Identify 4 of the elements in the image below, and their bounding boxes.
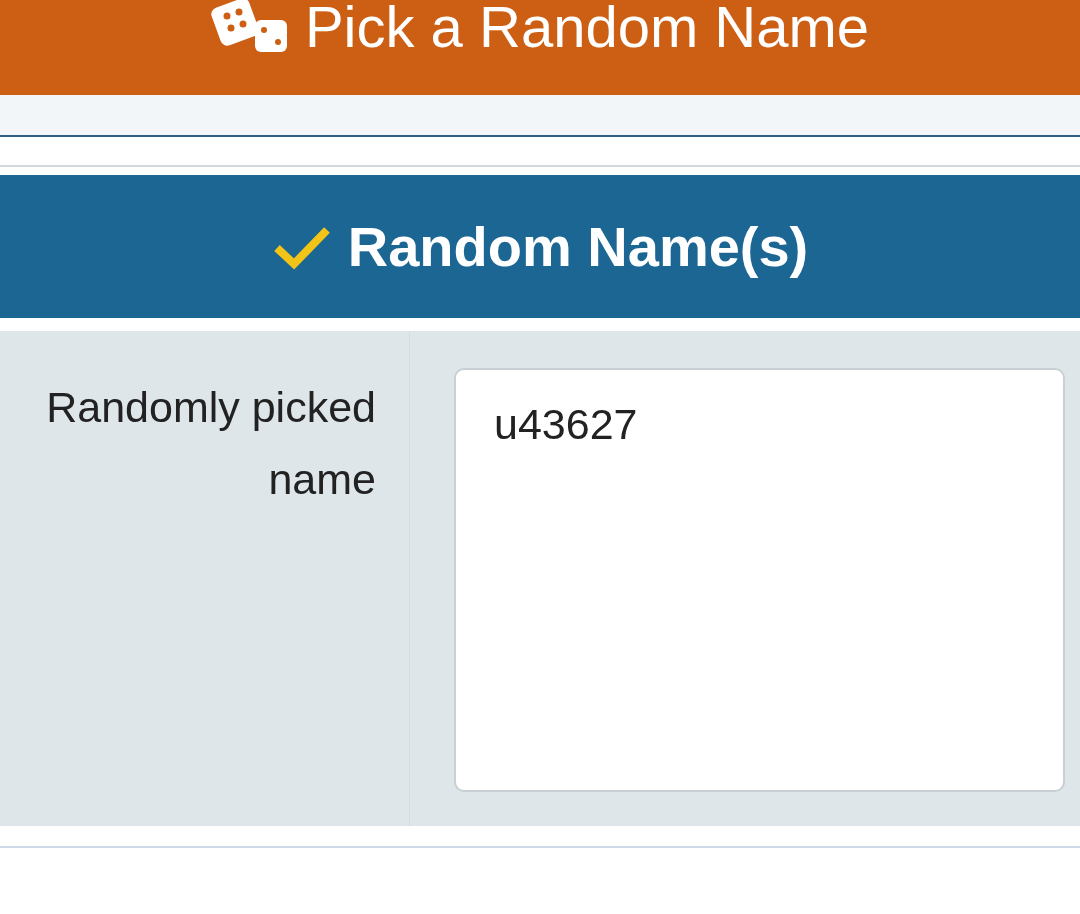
page-title: Pick a Random Name: [304, 0, 870, 54]
field-label: Randomly picked name: [45, 382, 376, 505]
section-heading: Random Name(s): [347, 214, 809, 279]
result-text-area[interactable]: u43627: [454, 368, 1065, 792]
